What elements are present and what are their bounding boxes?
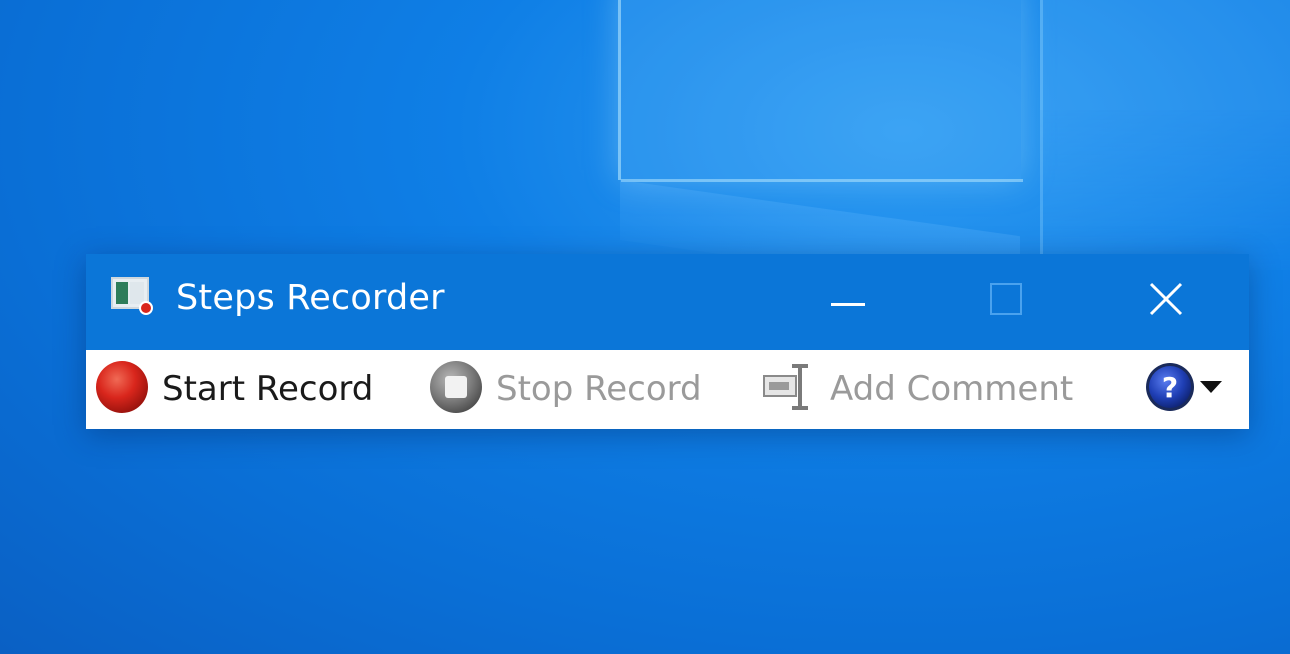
close-button[interactable]: [1136, 276, 1196, 326]
wallpaper-pane: [618, 0, 1023, 182]
toolbar: Start Record Stop Record Add Comment ?: [86, 350, 1249, 429]
help-button[interactable]: ?: [1144, 360, 1224, 418]
minimize-icon: [831, 292, 865, 311]
close-icon: [1149, 282, 1183, 320]
wallpaper-pane: [1040, 110, 1290, 270]
dropdown-arrow-icon[interactable]: [1198, 379, 1224, 399]
comment-icon: [762, 362, 816, 416]
add-comment-label: Add Comment: [830, 369, 1074, 409]
wallpaper-pane: [1040, 0, 1290, 110]
steps-recorder-app-icon: [110, 276, 154, 316]
start-record-button[interactable]: Start Record: [94, 360, 373, 418]
stop-record-label: Stop Record: [496, 369, 702, 409]
start-record-label: Start Record: [162, 369, 374, 409]
stop-record-button: Stop Record: [428, 360, 702, 418]
svg-text:?: ?: [1162, 371, 1178, 404]
record-icon: [94, 359, 150, 419]
window-title: Steps Recorder: [176, 278, 445, 318]
stop-icon: [428, 359, 484, 419]
title-bar[interactable]: Steps Recorder: [86, 254, 1249, 350]
help-icon: ?: [1144, 360, 1198, 418]
steps-recorder-window: Steps Recorder Start Record Stop Record …: [86, 254, 1249, 429]
maximize-button: [976, 276, 1036, 326]
minimize-button[interactable]: [818, 276, 878, 326]
maximize-icon: [990, 283, 1022, 319]
add-comment-button: Add Comment: [762, 360, 1073, 418]
